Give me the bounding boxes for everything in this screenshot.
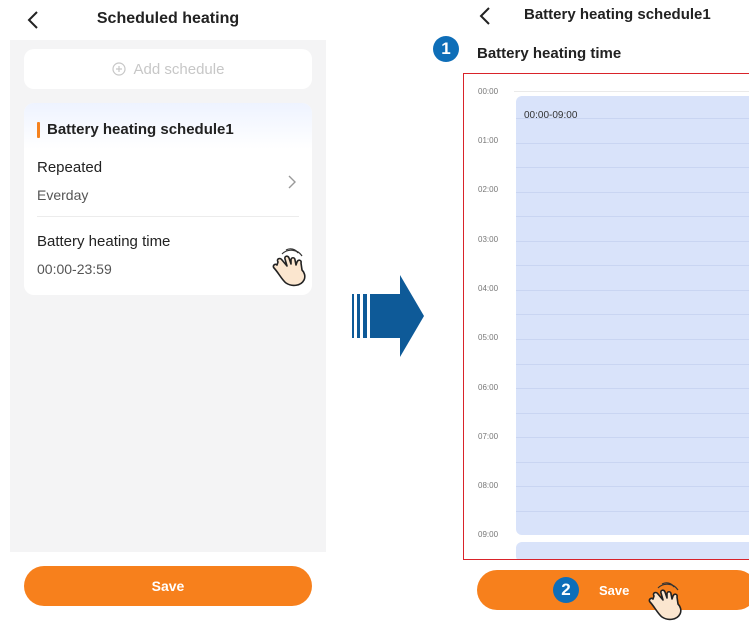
repeated-label: Repeated — [37, 159, 103, 176]
hour-label: 04:00 — [478, 284, 499, 293]
grid-line — [514, 91, 749, 92]
schedule-list: Add schedule Battery heating schedule1 R… — [10, 40, 326, 552]
grid-line — [516, 216, 749, 217]
grid-line — [516, 364, 749, 365]
hour-label: 05:00 — [478, 333, 499, 342]
heating-time-block[interactable]: 00:00-09:00 — [516, 96, 749, 535]
block-time-label: 00:00-09:00 — [524, 110, 578, 121]
hand-tap-icon — [268, 246, 314, 293]
grid-line — [516, 241, 749, 242]
hand-tap-icon — [644, 580, 690, 627]
add-schedule-button[interactable]: Add schedule — [24, 49, 312, 89]
grid-line — [516, 462, 749, 463]
time-grid[interactable]: 00:00 01:00 02:00 03:00 04:00 05:00 06:0… — [463, 73, 749, 560]
hour-label: 06:00 — [478, 383, 499, 392]
grid-line — [516, 290, 749, 291]
add-schedule-label: Add schedule — [133, 60, 225, 78]
hour-label: 03:00 — [478, 235, 499, 244]
section-title: Battery heating time — [477, 45, 622, 62]
hour-label: 02:00 — [478, 185, 499, 194]
page-title: Scheduled heating — [96, 10, 240, 27]
grid-line — [516, 314, 749, 315]
hour-label: 09:00 — [478, 530, 499, 539]
divider — [37, 216, 299, 217]
heating-time-block-next[interactable] — [516, 542, 749, 559]
hour-label: 08:00 — [478, 481, 499, 490]
schedule-card-header: Battery heating schedule1 — [24, 103, 312, 149]
grid-line — [516, 265, 749, 266]
heating-time-value[interactable]: 00:00-23:59 — [37, 261, 112, 277]
grid-line — [516, 192, 749, 193]
plus-circle-icon — [111, 62, 126, 76]
hour-label: 07:00 — [478, 432, 499, 441]
page-title: Battery heating schedule1 — [524, 6, 711, 23]
repeated-value[interactable]: Everday — [37, 187, 88, 203]
grid-line — [516, 437, 749, 438]
hour-label: 00:00 — [478, 87, 499, 96]
schedule-name: Battery heating schedule1 — [47, 121, 234, 138]
step-badge-2: 2 — [553, 577, 579, 603]
grid-line — [516, 339, 749, 340]
grid-line — [516, 486, 749, 487]
accent-bar — [37, 122, 40, 138]
grid-line — [516, 143, 749, 144]
save-button[interactable]: 2 Save — [477, 570, 749, 610]
hour-label: 01:00 — [478, 136, 499, 145]
step-badge-1: 1 — [433, 36, 459, 62]
grid-line — [516, 388, 749, 389]
save-label: Save — [599, 583, 630, 598]
step-arrow-icon — [350, 275, 424, 362]
heating-time-label: Battery heating time — [37, 233, 171, 250]
scheduled-heating-screen: Scheduled heating Add schedule Battery h… — [10, 0, 326, 619]
back-arrow-icon[interactable] — [476, 4, 496, 28]
header: Scheduled heating — [10, 0, 326, 40]
grid-line — [516, 167, 749, 168]
chevron-right-icon[interactable] — [288, 175, 296, 194]
grid-line — [516, 511, 749, 512]
save-button[interactable]: Save — [24, 566, 312, 606]
battery-heating-schedule-screen: Battery heating schedule1 1 Battery heat… — [433, 0, 749, 621]
grid-line — [516, 413, 749, 414]
